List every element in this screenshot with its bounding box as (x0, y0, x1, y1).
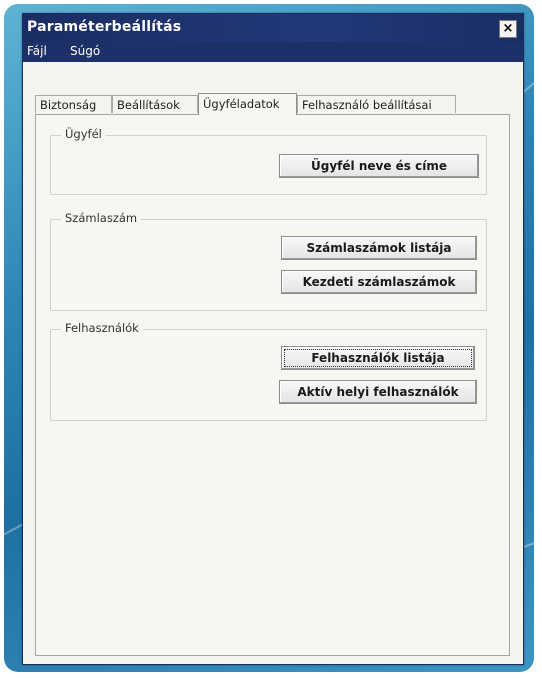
close-icon: × (502, 21, 514, 36)
customer-group-legend: Ügyfél (61, 127, 106, 141)
parameter-settings-window: Paraméterbeállítás × Fájl Súgó Biztonság… (22, 13, 524, 665)
users-group: Felhasználók Felhasználók listája Aktív … (50, 321, 487, 421)
dialog-content: Biztonság Beállítások Ügyféladatok Felha… (23, 62, 523, 664)
invoice-number-list-button[interactable]: Számlaszámok listája (281, 236, 477, 260)
menu-bar: Fájl Súgó (23, 42, 523, 62)
customer-group: Ügyfél Ügyfél neve és címe (50, 127, 487, 195)
menu-file[interactable]: Fájl (27, 44, 47, 58)
invoice-number-group: Számlaszám Számlaszámok listája Kezdeti … (50, 211, 487, 311)
menu-help[interactable]: Súgó (70, 44, 100, 58)
close-button[interactable]: × (499, 20, 517, 38)
tab-user-settings[interactable]: Felhasználó beállításai (297, 95, 456, 113)
window-title: Paraméterbeállítás (27, 19, 182, 35)
invoice-number-group-legend: Számlaszám (61, 211, 142, 225)
customer-data-panel: Ügyfél Ügyfél neve és címe Számlaszám Sz… (35, 114, 510, 656)
tab-settings[interactable]: Beállítások (112, 95, 198, 113)
users-group-legend: Felhasználók (61, 321, 143, 335)
initial-invoice-numbers-button[interactable]: Kezdeti számlaszámok (281, 270, 477, 294)
active-local-users-button[interactable]: Aktív helyi felhasználók (279, 380, 477, 404)
customer-name-address-button[interactable]: Ügyfél neve és címe (279, 154, 479, 178)
tab-customer-data[interactable]: Ügyféladatok (198, 93, 297, 115)
title-bar: Paraméterbeállítás × (23, 14, 523, 42)
tab-security[interactable]: Biztonság (35, 95, 112, 113)
users-list-button[interactable]: Felhasználók listája (281, 346, 475, 370)
